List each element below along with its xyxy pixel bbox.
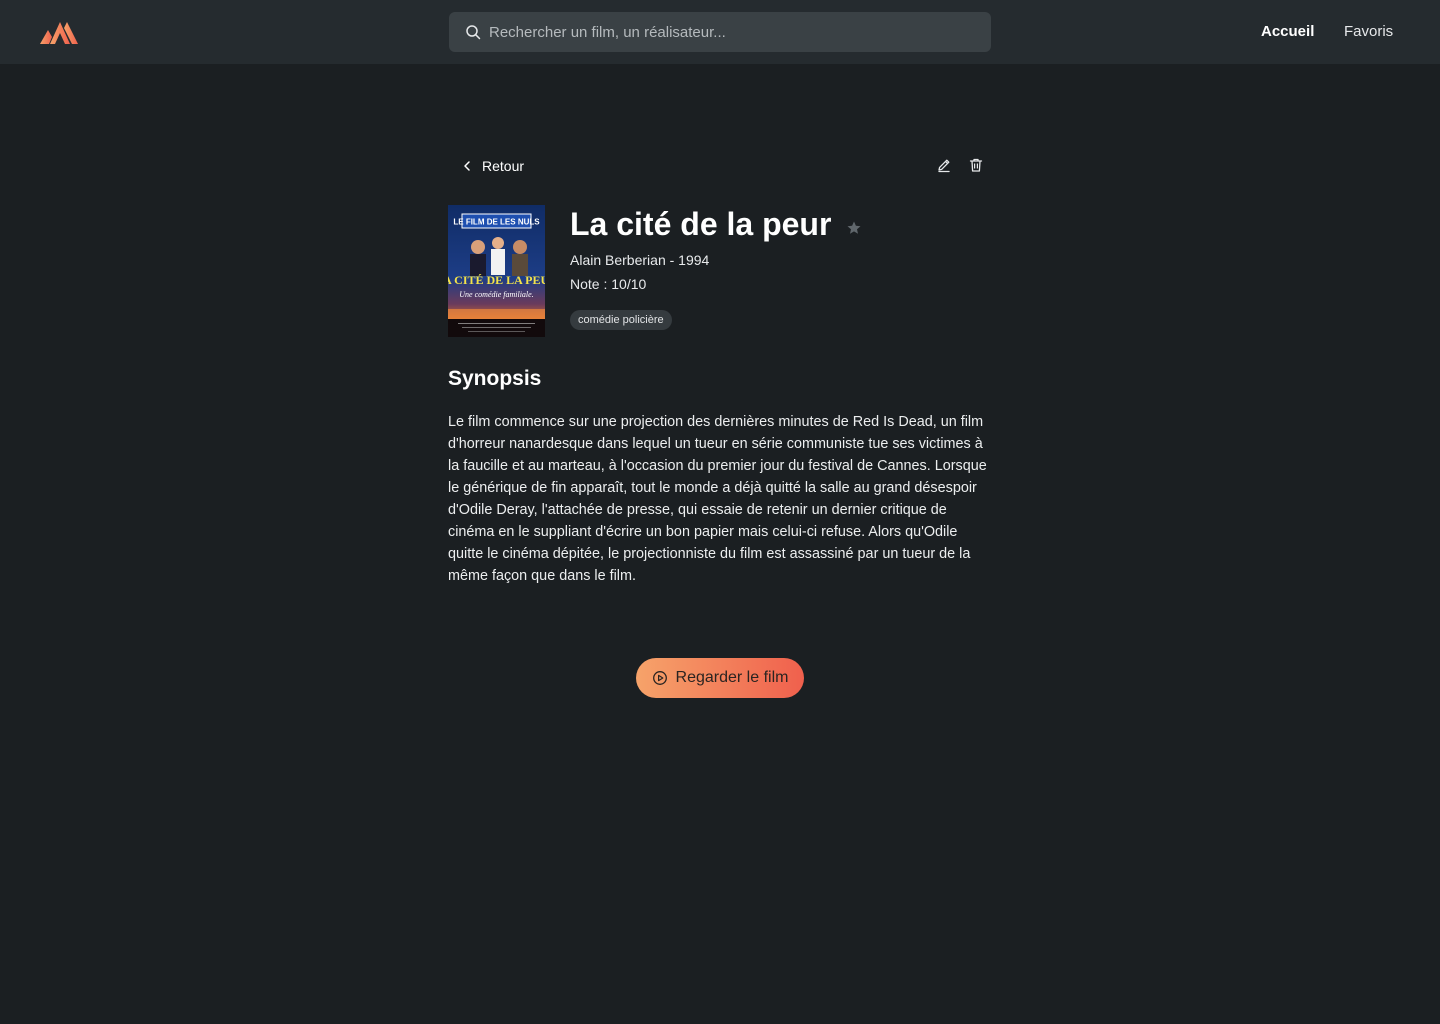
play-circle-icon [652, 671, 667, 685]
nav-favorites-link[interactable]: Favoris [1344, 0, 1393, 64]
movie-title: La cité de la peur [570, 206, 832, 242]
search-icon [466, 25, 481, 40]
poster-title: LA CITÉ DE LA PEUR [448, 273, 545, 287]
poster-tagline: Une comédie familiale. [459, 290, 533, 299]
genre-tag: comédie policière [570, 310, 672, 330]
movie-director-year: Alain Berberian - 1994 [570, 252, 710, 268]
back-label: Retour [482, 158, 525, 174]
back-button[interactable]: Retour [460, 156, 524, 176]
movie-poster: LE FILM DE LES NULS LA CITÉ DE LA PEUR U… [448, 205, 545, 337]
movie-rating: Note : 10/10 [570, 276, 647, 292]
synopsis-text: Le film commence sur une projection des … [448, 414, 987, 584]
mountain-logo-icon[interactable] [38, 18, 80, 46]
synopsis-heading: Synopsis [448, 367, 542, 390]
search-input[interactable] [489, 12, 979, 52]
star-icon[interactable] [846, 220, 862, 236]
top-header: Accueil Favoris [0, 0, 1440, 64]
nav-home-link[interactable]: Accueil [1261, 0, 1314, 64]
trash-icon[interactable] [968, 157, 984, 173]
watch-movie-button[interactable]: Regarder le film [636, 658, 804, 698]
poster-top-caption: LE FILM DE LES NULS [453, 218, 540, 227]
chevron-left-icon [464, 161, 470, 171]
search-bar [449, 12, 991, 52]
pencil-icon[interactable] [936, 157, 952, 173]
watch-movie-label: Regarder le film [675, 669, 789, 686]
